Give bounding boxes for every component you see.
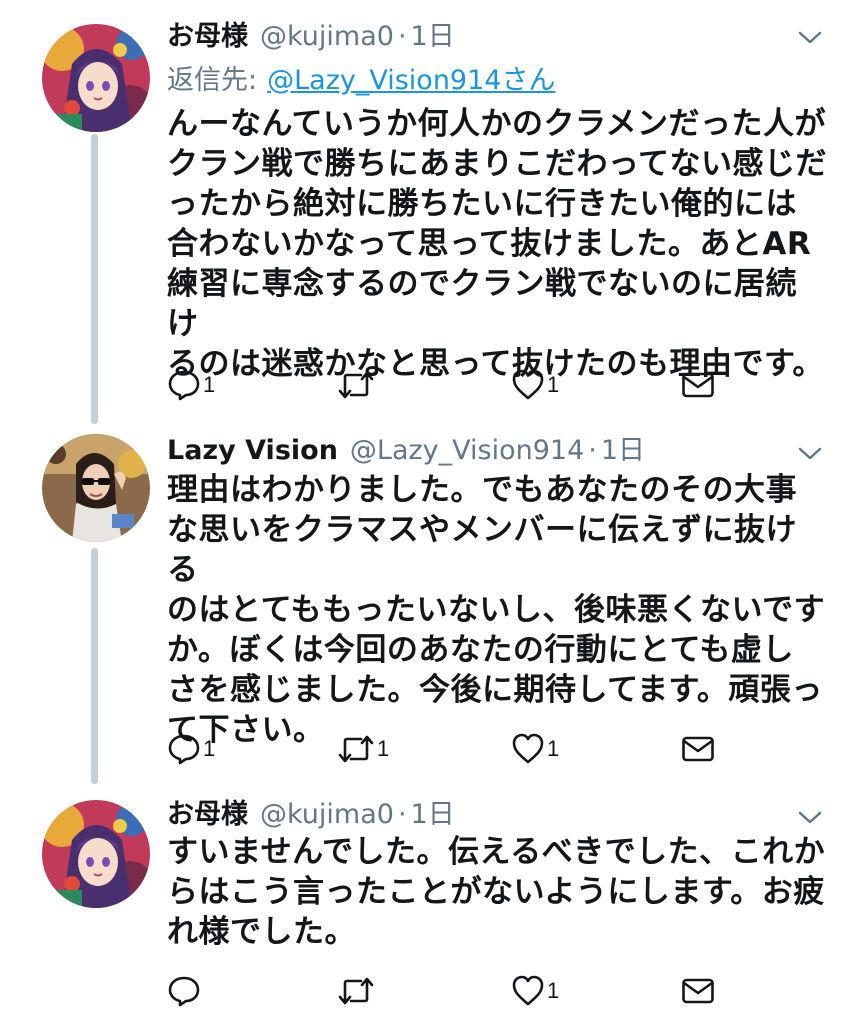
- reply-to-line: 返信先: @Lazy_Vision914さん: [167, 58, 555, 97]
- retweet-icon: [338, 977, 374, 1005]
- reply-to-link[interactable]: @Lazy_Vision914さん: [267, 65, 555, 96]
- tweet-text-line: な思いをクラマスやメンバーに伝えずに抜ける: [167, 512, 797, 588]
- tweet-text: んーなんていうか何人かのクラメンだった人が クラン戦で勝ちにあまりこだわってない…: [167, 104, 827, 384]
- retweet-count: 1: [377, 736, 390, 761]
- tweet-text-line: 理由はわかりました。でもあなたのその大事: [167, 472, 797, 508]
- display-name[interactable]: お母様: [167, 14, 248, 53]
- like-count: 1: [547, 736, 560, 761]
- tweet-actions: 1 1 1: [167, 732, 727, 766]
- tweet-text-line: らはこう言ったことがないようにします。お疲: [167, 874, 825, 910]
- tweet-actions: 1: [167, 974, 727, 1008]
- direct-message-button[interactable]: [681, 974, 715, 1008]
- tweet-text-line: れ様でした。: [167, 914, 356, 950]
- separator-dot: ·: [397, 799, 407, 830]
- reply-count: 1: [203, 372, 216, 397]
- retweet-button[interactable]: [337, 974, 377, 1008]
- display-name[interactable]: Lazy Vision: [167, 435, 338, 466]
- tweet-text-line: クラン戦で勝ちにあまりこだわってない感じだ: [167, 146, 827, 182]
- tweet-text: 理由はわかりました。でもあなたのその大事 な思いをクラマスやメンバーに伝えずに抜…: [167, 470, 827, 750]
- envelope-icon: [682, 372, 714, 398]
- tweet[interactable]: Lazy Vision @Lazy_Vision914 · 1日 理由はわかりま…: [0, 420, 860, 790]
- tweet-text-line: ったから絶対に勝ちたいに行きたい俺的には: [167, 186, 797, 222]
- user-handle[interactable]: @kujima0: [260, 21, 394, 52]
- reply-count: 1: [203, 736, 216, 761]
- avatar[interactable]: [42, 800, 150, 908]
- like-count: 1: [547, 372, 560, 397]
- retweet-icon: [338, 735, 374, 763]
- chevron-down-icon[interactable]: [796, 808, 824, 828]
- heart-icon: [512, 975, 544, 1006]
- user-handle[interactable]: @kujima0: [260, 799, 394, 830]
- tweet-text-line: か。ぼくは今回のあなたの行動にとても虚し: [167, 632, 794, 668]
- tweet[interactable]: お母様 @kujima0 · 1日 返信先: @Lazy_Vision914さん …: [0, 0, 860, 420]
- tweet-text-line: すいませんでした。伝えるべきでした、これか: [167, 834, 826, 870]
- anime-avatar-icon: [42, 24, 150, 132]
- direct-message-button[interactable]: [681, 732, 715, 766]
- tweet-text-line: のはとてももったいないし、後味悪くないです: [167, 592, 826, 628]
- chevron-down-icon[interactable]: [796, 28, 824, 48]
- avatar[interactable]: [42, 24, 150, 132]
- heart-icon: [512, 369, 544, 400]
- retweet-button[interactable]: [337, 368, 377, 402]
- heart-icon: [512, 733, 544, 764]
- separator-dot: ·: [397, 21, 407, 52]
- retweet-icon: [338, 371, 374, 399]
- reply-to-label: 返信先:: [167, 65, 258, 96]
- like-button[interactable]: 1: [511, 974, 559, 1008]
- timestamp[interactable]: 1日: [411, 14, 455, 53]
- envelope-icon: [682, 978, 714, 1004]
- timestamp[interactable]: 1日: [411, 792, 455, 831]
- tweet-header: お母様 @kujima0 · 1日: [167, 14, 455, 52]
- like-button[interactable]: 1: [511, 368, 559, 402]
- tweet-thread: お母様 @kujima0 · 1日 返信先: @Lazy_Vision914さん …: [0, 0, 860, 1024]
- photo-avatar-icon: [42, 434, 150, 542]
- separator-dot: ·: [588, 435, 597, 466]
- tweet[interactable]: お母様 @kujima0 · 1日 すいませんでした。伝えるべきでした、これか …: [0, 786, 860, 1024]
- reply-button[interactable]: 1: [167, 368, 215, 402]
- tweet-text: すいませんでした。伝えるべきでした、これか らはこう言ったことがないようにします…: [167, 832, 827, 952]
- like-count: 1: [547, 978, 560, 1003]
- reply-icon: [168, 976, 200, 1007]
- tweet-header: お母様 @kujima0 · 1日: [167, 792, 455, 830]
- tweet-text-line: さを感じました。今後に期待してます。頑張っ: [167, 672, 823, 708]
- reply-icon: [168, 370, 200, 401]
- user-handle[interactable]: @Lazy_Vision914: [350, 435, 584, 466]
- reply-button[interactable]: [167, 974, 203, 1008]
- reply-icon: [168, 734, 200, 765]
- chevron-down-icon[interactable]: [796, 444, 824, 464]
- tweet-actions: 1 1: [167, 368, 727, 402]
- tweet-text-line: 練習に専念するのでクラン戦でないのに居続け: [167, 266, 797, 342]
- anime-avatar-icon: [42, 800, 150, 908]
- tweet-text-line: んーなんていうか何人かのクラメンだった人が: [167, 106, 827, 142]
- retweet-button[interactable]: 1: [337, 732, 389, 766]
- direct-message-button[interactable]: [681, 368, 715, 402]
- display-name[interactable]: お母様: [167, 792, 248, 831]
- tweet-text-line: 合わないかなって思って抜けました。あとAR: [167, 226, 812, 262]
- timestamp[interactable]: 1日: [601, 428, 645, 467]
- tweet-header: Lazy Vision @Lazy_Vision914 · 1日: [167, 428, 645, 466]
- avatar[interactable]: [42, 434, 150, 542]
- like-button[interactable]: 1: [511, 732, 559, 766]
- envelope-icon: [682, 736, 714, 762]
- reply-button[interactable]: 1: [167, 732, 215, 766]
